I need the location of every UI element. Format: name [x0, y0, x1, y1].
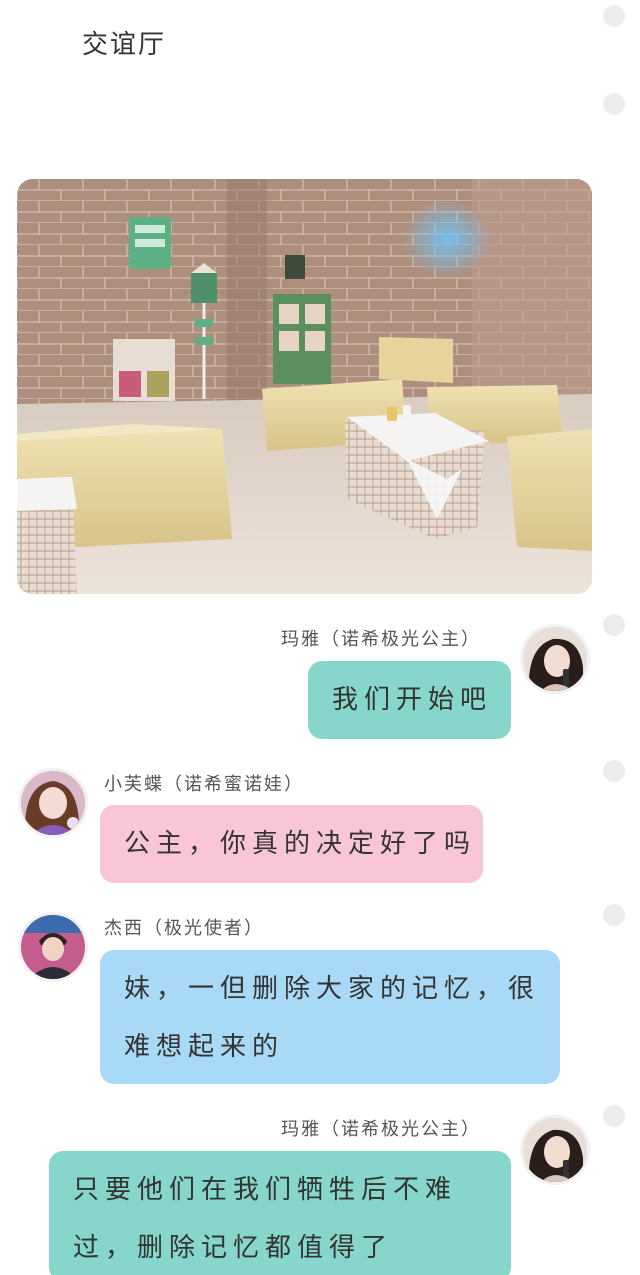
- message-4-line-2: 过，删除记忆都值得了: [73, 1233, 394, 1263]
- maya-avatar-graphic: [523, 1118, 587, 1182]
- message-3-line-2: 难想起来的: [124, 1032, 285, 1062]
- lounge-scene-graphic: [17, 179, 592, 594]
- jiexi-avatar[interactable]: [18, 912, 88, 982]
- maya-avatar-graphic: [523, 627, 587, 691]
- lounge-scene-image: [17, 179, 592, 594]
- scroll-dot: [603, 904, 625, 926]
- jiexi-avatar-graphic: [21, 915, 85, 979]
- message-bubble-1[interactable]: 我们开始吧: [308, 661, 511, 739]
- sender-name-jiexi: 杰西（极光使者）: [104, 918, 264, 939]
- message-4-line-1: 只要他们在我们牺牲后不难: [73, 1175, 458, 1205]
- message-1-line-1: 我们开始吧: [332, 685, 493, 715]
- maya-avatar[interactable]: [520, 1115, 590, 1185]
- scroll-dot: [603, 1105, 625, 1127]
- message-bubble-2[interactable]: 公主，你真的决定好了吗: [100, 805, 483, 883]
- sender-name-xiaofudie: 小芙蝶（诺希蜜诺娃）: [104, 774, 304, 795]
- scroll-dot: [603, 614, 625, 636]
- message-bubble-4[interactable]: 只要他们在我们牺牲后不难 过，删除记忆都值得了: [49, 1151, 511, 1275]
- scroll-dot: [603, 93, 625, 115]
- maya-avatar[interactable]: [520, 624, 590, 694]
- scroll-indicator: [603, 0, 627, 1275]
- sender-name-maya: 玛雅（诺希极光公主）: [281, 629, 481, 650]
- scroll-dot: [603, 5, 625, 27]
- message-3-line-1: 妹，一但删除大家的记忆，很: [124, 974, 541, 1004]
- message-2-line-1: 公主，你真的决定好了吗: [124, 829, 477, 859]
- xiaofudie-avatar[interactable]: [18, 768, 88, 838]
- scroll-dot: [603, 760, 625, 782]
- xiaofudie-avatar-graphic: [21, 771, 85, 835]
- message-bubble-3[interactable]: 妹，一但删除大家的记忆，很 难想起来的: [100, 950, 560, 1084]
- page-title: 交谊厅: [82, 30, 167, 60]
- sender-name-maya: 玛雅（诺希极光公主）: [281, 1119, 481, 1140]
